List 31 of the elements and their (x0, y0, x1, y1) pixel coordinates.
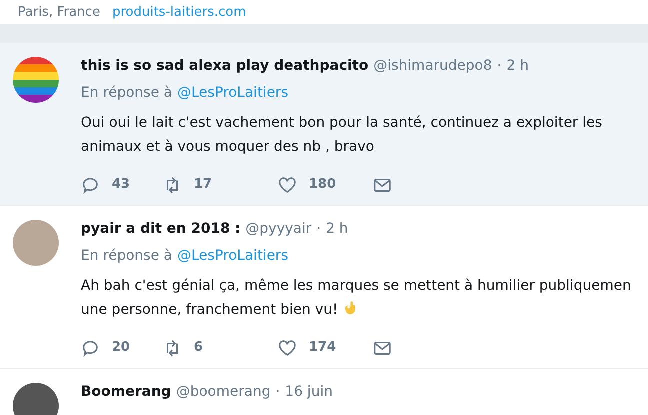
heart-icon (278, 338, 297, 358)
reply-button[interactable]: 20 (81, 338, 130, 358)
like-button[interactable]: 174 (278, 338, 336, 358)
website-link[interactable]: produits-laitiers.com (112, 6, 246, 18)
user-handle[interactable]: @pyyyair (246, 220, 312, 238)
user-handle[interactable]: @boomerang (176, 383, 271, 401)
reply-label: En réponse à (81, 84, 172, 102)
tweet-time[interactable]: 2 h (506, 57, 529, 75)
tweet-text: Oui oui le lait c'est vachement bon pour la santé, continuez a exploiter les animaux et à vous moquer des nb , bravo (81, 115, 602, 155)
avatar[interactable] (13, 57, 59, 103)
display-name[interactable]: this is so sad alexa play deathpacito (81, 57, 369, 75)
mention-link[interactable]: @LesProLaitiers (178, 247, 288, 265)
retweet-button[interactable]: 6 (163, 338, 204, 358)
reply-label: En réponse à (81, 247, 172, 265)
mention-link[interactable]: @LesProLaitiers (178, 84, 288, 102)
display-name[interactable]: pyair a dit en 2018 : (81, 220, 241, 238)
tweet-text: Ah bah c'est génial ça, même les marques se mettent à humilier publiquemen une personne, franchement bien vu! (81, 278, 632, 318)
tweet-time[interactable]: 16 juin (285, 383, 333, 401)
separator-dot: · (497, 57, 502, 75)
reply-button[interactable]: 43 (81, 175, 130, 195)
tweet-time[interactable]: 2 h (326, 220, 348, 238)
user-handle[interactable]: @ishimarudepo8 (374, 57, 492, 75)
display-name[interactable]: Boomerang (81, 383, 172, 401)
reply-icon (81, 176, 100, 194)
profile-location: Paris, France (18, 6, 100, 18)
like-button[interactable]: 180 (278, 175, 336, 195)
heart-icon (278, 176, 297, 194)
retweet-button[interactable]: 17 (163, 175, 212, 195)
separator-dot: · (276, 383, 280, 401)
reply-icon (81, 338, 100, 358)
separator-dot: · (316, 220, 322, 238)
